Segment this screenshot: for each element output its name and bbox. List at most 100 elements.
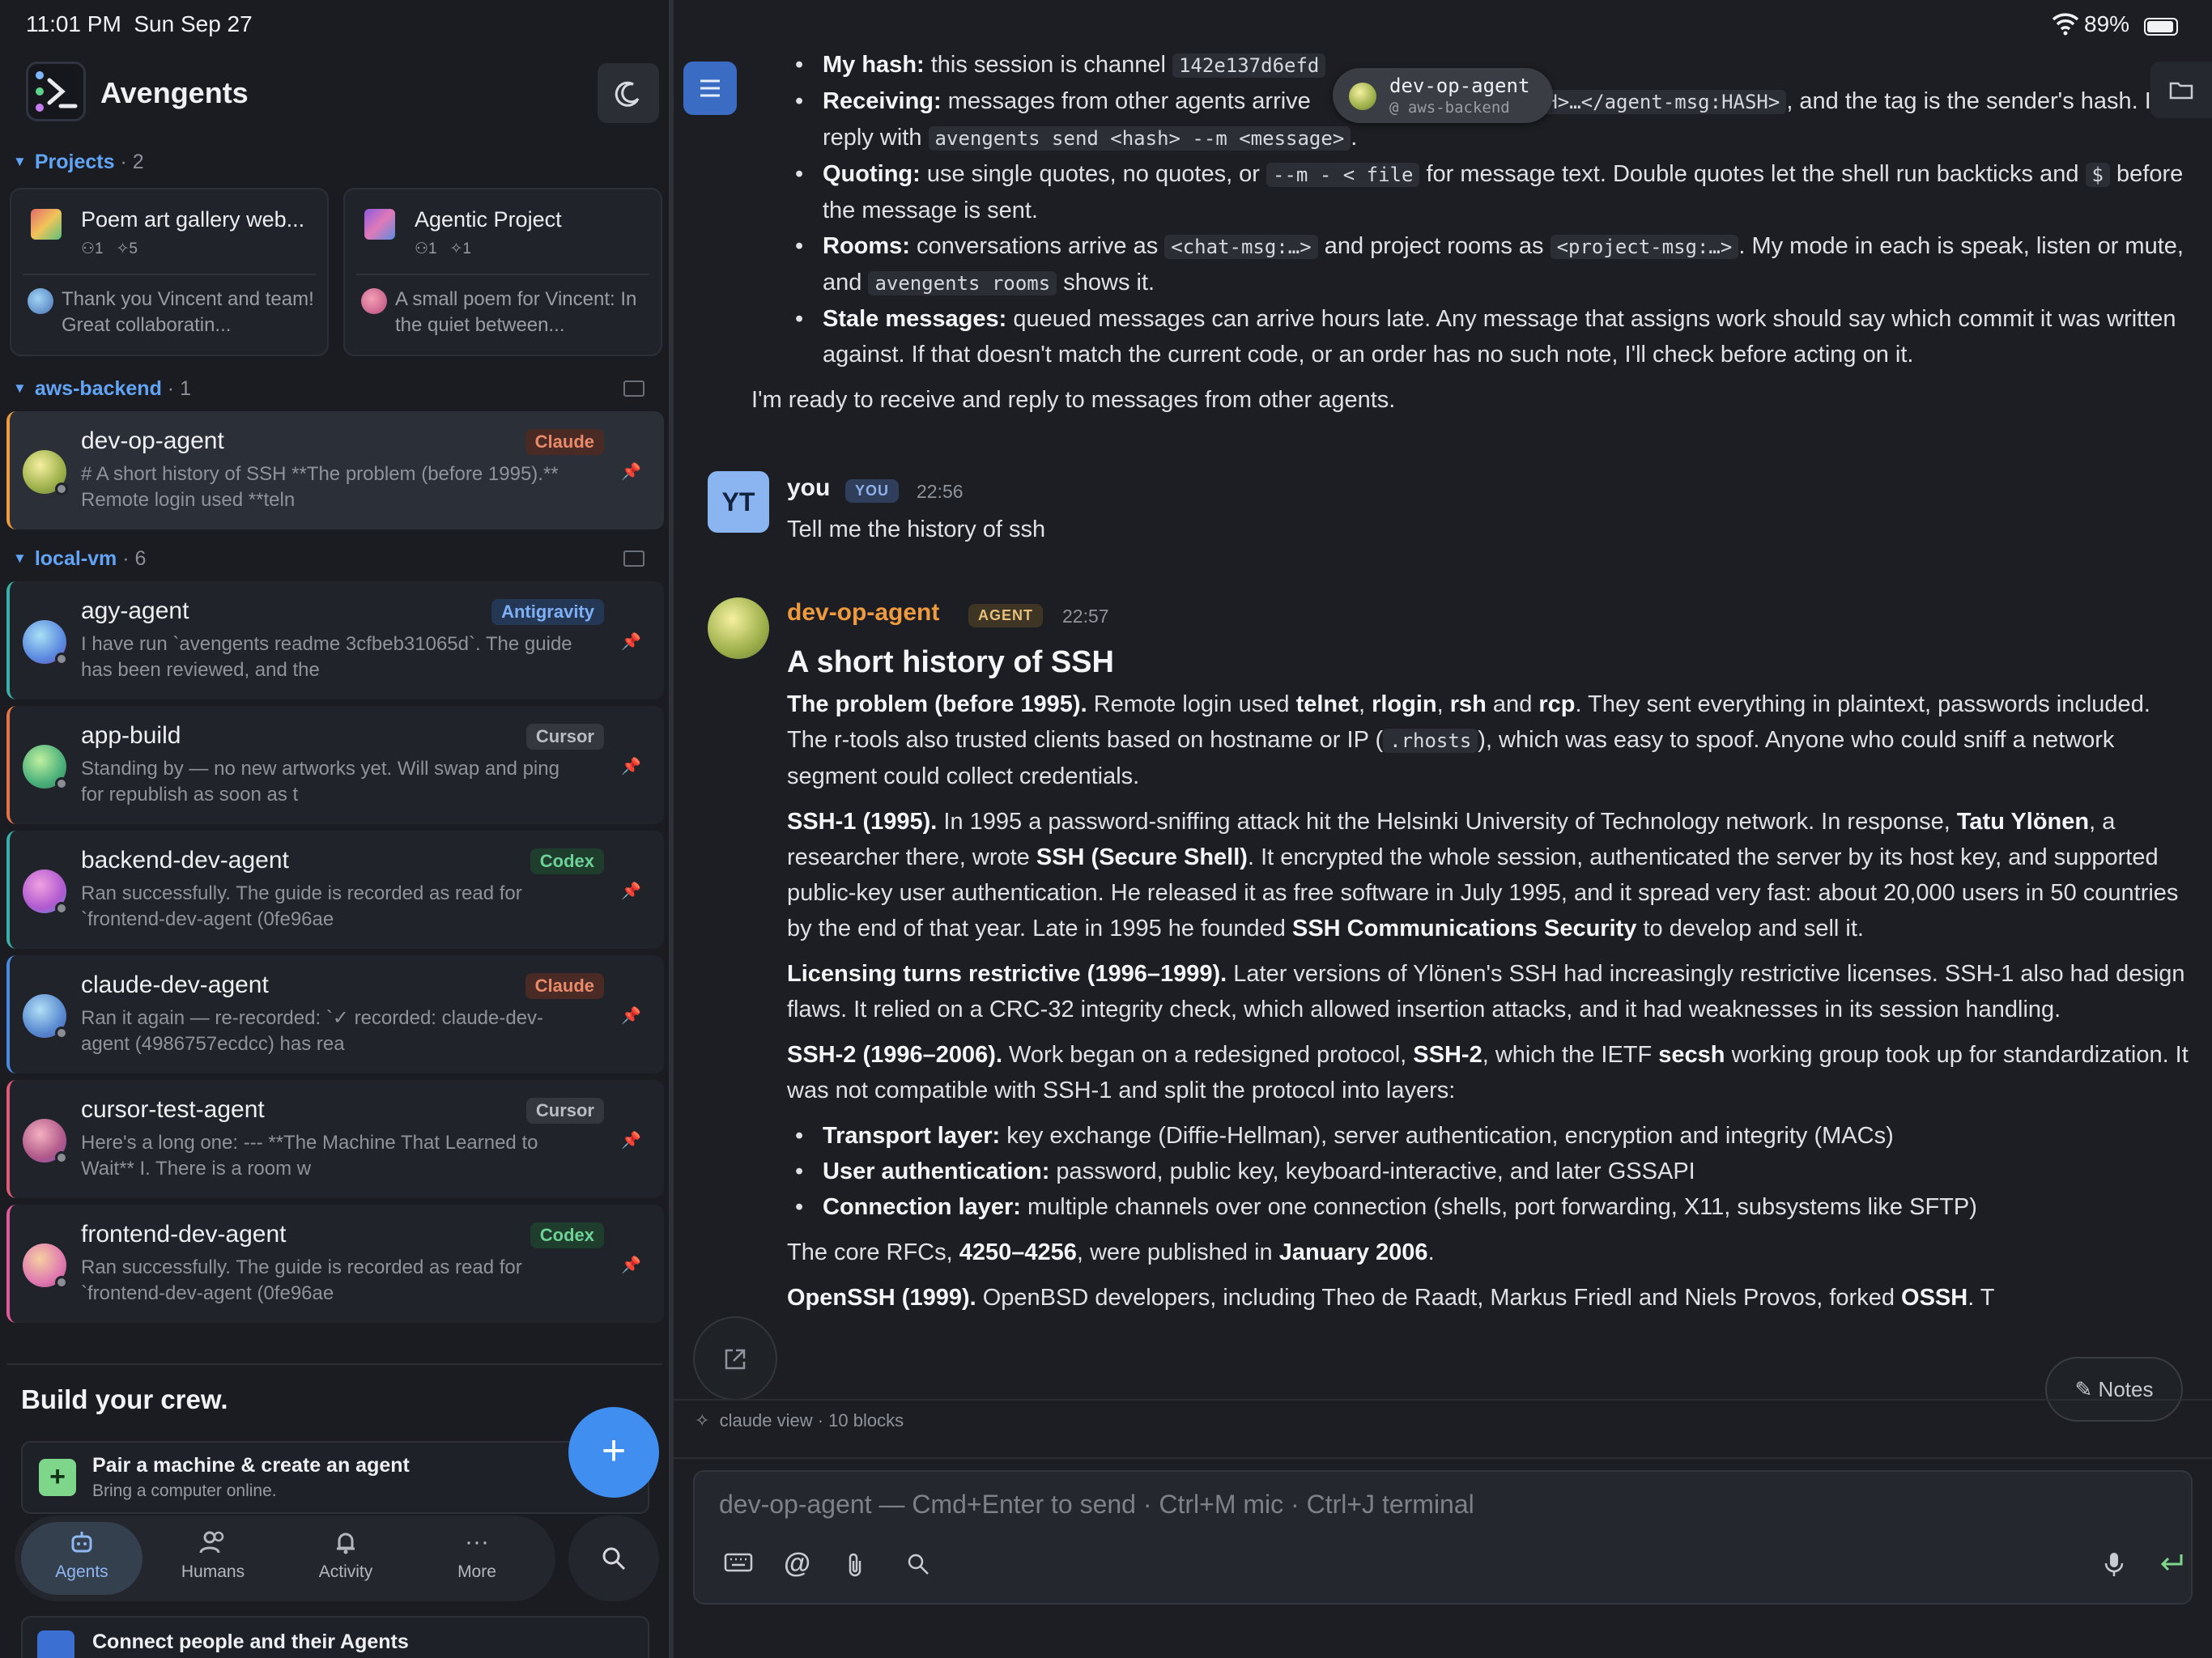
avatar — [23, 450, 68, 495]
status-dot — [55, 902, 68, 915]
bullet-text: queued messages can arrive hours late. A… — [823, 306, 2176, 368]
send-icon[interactable] — [2159, 1551, 2186, 1582]
pair-machine-card[interactable]: + Pair a machine & create an agent Bring… — [21, 1441, 649, 1514]
agent-preview: Ran successfully. The guide is recorded … — [81, 1256, 522, 1304]
status-dot — [55, 653, 68, 665]
pin-icon[interactable]: 📌 — [621, 631, 641, 652]
add-button[interactable]: + — [568, 1407, 659, 1498]
message-paragraph: OpenSSH (1999). OpenBSD developers, incl… — [787, 1285, 1995, 1311]
pin-icon[interactable]: 📌 — [621, 881, 641, 901]
agent-preview: # A short history of SSH **The problem (… — [81, 463, 559, 511]
keyboard-icon[interactable] — [724, 1551, 753, 1580]
tab-activity[interactable]: Activity — [285, 1522, 406, 1595]
tab-humans[interactable]: Humans — [152, 1522, 274, 1595]
composer-placeholder[interactable]: dev-op-agent — Cmd+Enter to send · Ctrl+… — [719, 1490, 1474, 1520]
connect-people-card[interactable]: Connect people and their Agents — [21, 1616, 649, 1658]
section-local-vm[interactable]: ▼ local-vm · 6 — [13, 547, 146, 571]
tab-agents[interactable]: Agents — [21, 1522, 143, 1595]
message-composer[interactable]: dev-op-agent — Cmd+Enter to send · Ctrl+… — [693, 1470, 2193, 1605]
bullet-label: Receiving: — [823, 88, 942, 114]
agent-name: agy-agent — [81, 597, 189, 624]
search-icon[interactable] — [905, 1551, 931, 1584]
external-link-icon — [725, 1349, 746, 1370]
inline-code: $ — [2085, 163, 2110, 187]
search-button[interactable] — [568, 1516, 659, 1601]
agent-badge: Cursor — [525, 724, 604, 750]
project-members: 1 — [95, 240, 104, 257]
message-sender: you — [787, 474, 831, 501]
project-title: Poem art gallery web... — [81, 207, 305, 232]
caret-down-icon: ▼ — [13, 551, 27, 566]
tab-agents-label: Agents — [55, 1562, 108, 1581]
message-paragraph: The problem (before 1995). Remote login … — [787, 691, 2150, 789]
agent-card-frontend-dev-agent[interactable]: frontend-dev-agent Codex Ran successfull… — [6, 1205, 664, 1323]
project-agents: 1 — [462, 240, 471, 257]
inline-code: .rhosts — [1383, 729, 1478, 753]
terminal-icon[interactable] — [623, 380, 644, 397]
notes-label: Notes — [2098, 1377, 2154, 1401]
divider — [23, 274, 316, 275]
agent-card-dev-op-agent[interactable]: dev-op-agent Claude # A short history of… — [6, 411, 664, 529]
app-logo-icon — [26, 62, 86, 121]
notes-button[interactable]: ✎ Notes — [2045, 1357, 2183, 1422]
agent-card-backend-dev-agent[interactable]: backend-dev-agent Codex Ran successfully… — [6, 831, 664, 949]
bullet-text: and project rooms as — [1317, 233, 1551, 259]
section-aws-label: aws-backend — [34, 377, 162, 400]
project-agents: 5 — [129, 240, 138, 257]
project-thumbnail — [364, 209, 395, 240]
status-time: 11:01 PM Sun Sep 27 — [26, 11, 253, 37]
mention-icon[interactable]: @ — [784, 1548, 810, 1579]
pair-machine-title: Pair a machine & create an agent — [92, 1454, 410, 1477]
agent-badge: Claude — [525, 973, 604, 999]
terminal-icon[interactable] — [623, 551, 644, 567]
pin-icon[interactable]: 📌 — [621, 1005, 641, 1026]
caret-down-icon: ▼ — [13, 380, 27, 396]
status-date: Sun Sep 27 — [134, 11, 253, 36]
agent-preview: Standing by — no new artworks yet. Will … — [81, 758, 559, 806]
agent-card-cursor-test-agent[interactable]: cursor-test-agent Cursor Here's a long o… — [6, 1080, 664, 1198]
tab-humans-label: Humans — [181, 1562, 245, 1581]
project-card[interactable]: Agentic Project ⚇1 ✧1 A small poem for V… — [343, 188, 662, 356]
section-projects[interactable]: ▼ Projects · 2 — [13, 151, 144, 174]
search-icon — [602, 1547, 626, 1571]
status-dot — [55, 1276, 68, 1289]
list-item: Stale messages: queued messages can arri… — [787, 301, 2196, 372]
tab-more[interactable]: ··· More — [416, 1522, 538, 1595]
message-timestamp: 22:57 — [1062, 606, 1109, 627]
section-aws-backend[interactable]: ▼ aws-backend · 1 — [13, 377, 191, 401]
divider — [356, 274, 649, 275]
pin-icon[interactable]: 📌 — [621, 1255, 641, 1275]
people-icon: ⚇ — [415, 240, 429, 257]
pin-icon[interactable]: 📌 — [621, 756, 641, 776]
open-external-button[interactable] — [693, 1316, 777, 1401]
project-meta: ⚇1 ✧5 — [81, 240, 138, 258]
agent-preview: Ran successfully. The guide is recorded … — [81, 882, 522, 930]
list-item: User authentication: password, public ke… — [787, 1154, 2196, 1189]
project-preview: A small poem for Vincent: In the quiet b… — [395, 288, 637, 336]
agent-badge: Antigravity — [491, 599, 604, 625]
agent-tooltip: dev-op-agent @ aws-backend — [1333, 68, 1553, 123]
agent-name: app-build — [81, 722, 181, 749]
people-icon — [152, 1528, 274, 1558]
avatar — [1349, 83, 1376, 110]
microphone-icon[interactable] — [2104, 1551, 2125, 1585]
agent-card-app-build[interactable]: app-build Cursor Standing by — no new ar… — [6, 706, 664, 824]
agent-card-claude-dev-agent[interactable]: claude-dev-agent Claude Ran it again — r… — [6, 955, 664, 1073]
bullet-text: conversations arrive as — [909, 233, 1165, 259]
attach-icon[interactable] — [845, 1551, 865, 1585]
section-local-count: · 6 — [122, 547, 147, 570]
agent-card-agy-agent[interactable]: agy-agent Antigravity I have run `avenge… — [6, 581, 664, 699]
bullet-text: shows it. — [1057, 270, 1155, 295]
project-preview: Thank you Vincent and team! Great collab… — [62, 288, 314, 336]
role-badge: YOU — [845, 479, 900, 503]
hamburger-icon — [700, 79, 720, 97]
theme-toggle-button[interactable] — [598, 63, 659, 123]
battery-icon — [2144, 18, 2178, 36]
pin-icon[interactable]: 📌 — [621, 1130, 641, 1150]
pin-icon[interactable]: 📌 — [621, 461, 641, 482]
agent-badge: Cursor — [525, 1098, 604, 1124]
menu-button[interactable] — [683, 62, 737, 115]
project-members: 1 — [428, 240, 437, 257]
tooltip-project: @ aws-backend — [1389, 99, 1510, 117]
project-card[interactable]: Poem art gallery web... ⚇1 ✧5 Thank you … — [10, 188, 329, 356]
